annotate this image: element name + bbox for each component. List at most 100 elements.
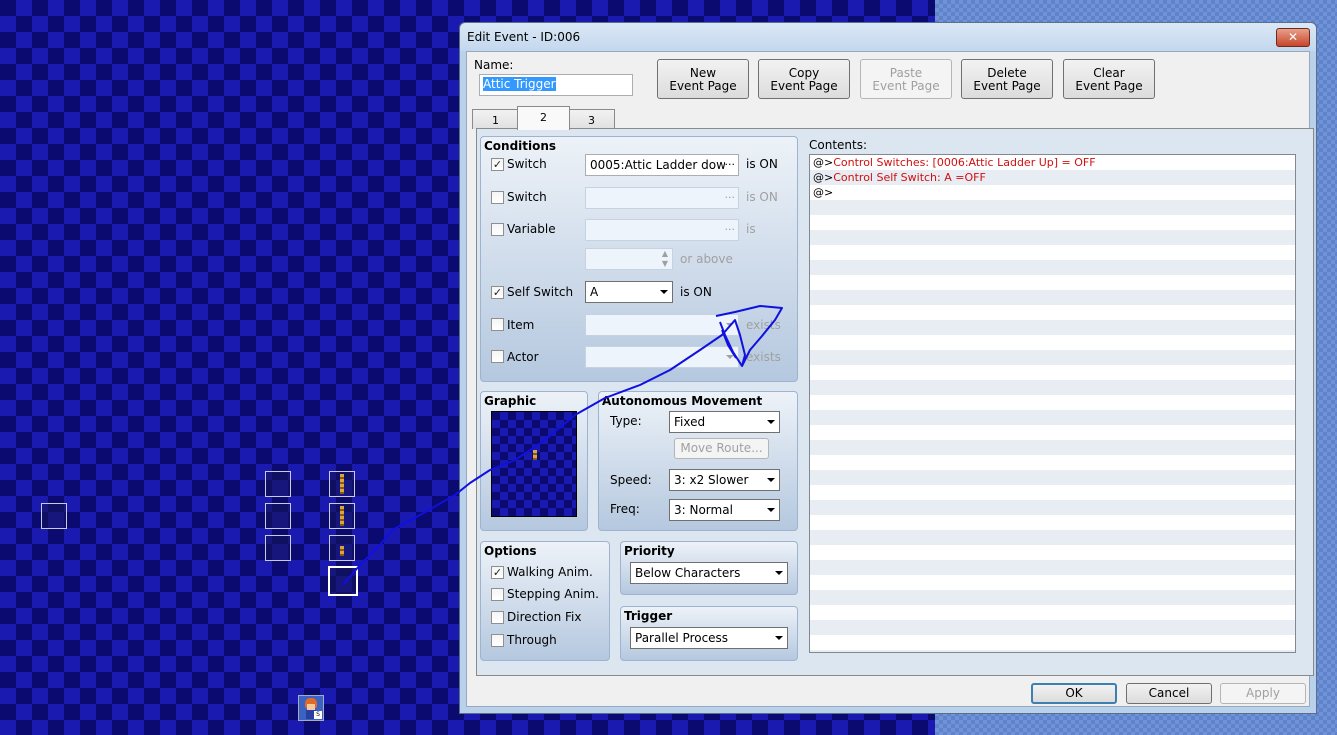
walking-anim-checkbox[interactable]: ✓ xyxy=(491,566,504,579)
self-switch-checkbox[interactable]: ✓ xyxy=(491,286,504,299)
command-text: Control Switches: [0006:Attic Ladder Up]… xyxy=(833,156,1096,169)
button-line1: Copy xyxy=(788,66,820,80)
ladder-event-tile[interactable] xyxy=(329,471,355,497)
tab-page-2[interactable]: 2 xyxy=(517,106,570,130)
clear-event-page-button[interactable]: Clear Event Page xyxy=(1063,59,1155,99)
trigger-dropdown[interactable]: Parallel Process xyxy=(630,627,788,649)
check-icon: ✓ xyxy=(492,566,503,579)
trigger-title: Trigger xyxy=(624,609,673,623)
variable-checkbox[interactable] xyxy=(491,223,504,236)
spinner-arrows-icon: ▲ ▼ xyxy=(661,249,668,268)
rope-icon xyxy=(340,506,344,526)
type-label: Type: xyxy=(610,414,642,428)
switch1-checkbox[interactable]: ✓ xyxy=(491,158,504,171)
ok-button[interactable]: OK xyxy=(1031,683,1117,704)
ellipsis-icon: ··· xyxy=(724,191,736,204)
title-bar[interactable]: Edit Event - ID:006 ✕ xyxy=(460,23,1316,51)
button-line2: Event Page xyxy=(770,79,838,93)
stepping-anim-label: Stepping Anim. xyxy=(507,587,599,601)
stepping-anim-checkbox[interactable] xyxy=(491,588,504,601)
or-above-label: or above xyxy=(680,252,733,266)
self-switch-suffix: is ON xyxy=(680,285,712,299)
command-row[interactable]: @>Control Self Switch: A =OFF xyxy=(810,170,1295,185)
actor-dropdown[interactable] xyxy=(585,346,739,368)
map-tile[interactable] xyxy=(265,535,291,561)
graphic-preview[interactable] xyxy=(491,411,577,517)
tab-page-3[interactable]: 3 xyxy=(568,109,615,129)
item-checkbox[interactable] xyxy=(491,318,504,331)
ladder-event-tile[interactable] xyxy=(329,503,355,529)
new-event-page-button[interactable]: New Event Page xyxy=(657,59,749,99)
ellipsis-icon: ··· xyxy=(724,223,736,236)
paste-event-page-button[interactable]: Paste Event Page xyxy=(860,59,952,99)
delete-event-page-button[interactable]: Delete Event Page xyxy=(961,59,1053,99)
chevron-down-icon xyxy=(767,478,775,482)
button-line1: New xyxy=(689,66,717,80)
switch1-field[interactable]: 0005:Attic Ladder down ··· xyxy=(585,154,739,176)
ellipsis-icon: ··· xyxy=(724,158,735,171)
variable-field[interactable]: ··· xyxy=(585,219,739,241)
speed-label: Speed: xyxy=(610,473,652,487)
variable-value-spinner[interactable]: ▲ ▼ xyxy=(585,248,673,270)
switch1-suffix: is ON xyxy=(746,157,778,171)
speed-value: 3: x2 Slower xyxy=(674,473,749,487)
player-start-icon[interactable]: S xyxy=(298,695,324,721)
chevron-down-icon xyxy=(767,508,775,512)
rope-icon xyxy=(340,474,344,494)
button-line1: Delete xyxy=(987,66,1027,80)
check-icon: ✓ xyxy=(492,158,503,171)
chevron-down-icon xyxy=(726,323,734,327)
item-suffix: exists xyxy=(746,318,781,332)
trigger-value: Parallel Process xyxy=(635,631,729,645)
freq-dropdown[interactable]: 3: Normal xyxy=(669,499,780,521)
command-row[interactable]: @> xyxy=(810,185,1295,200)
map-tile[interactable] xyxy=(265,471,291,497)
close-button[interactable]: ✕ xyxy=(1276,28,1310,47)
conditions-title: Conditions xyxy=(484,139,557,153)
movement-title: Autonomous Movement xyxy=(602,394,763,408)
switch2-suffix: is ON xyxy=(746,190,778,204)
tab-page-1[interactable]: 1 xyxy=(472,109,519,129)
selected-event-tile[interactable] xyxy=(328,566,358,596)
name-input[interactable]: Attic Trigger xyxy=(479,74,633,96)
button-line2: Event Page xyxy=(872,79,940,93)
priority-value: Below Characters xyxy=(635,566,741,580)
apply-button[interactable]: Apply xyxy=(1220,683,1306,704)
actor-checkbox[interactable] xyxy=(491,350,504,363)
item-label: Item xyxy=(507,318,535,332)
ladder-event-tile[interactable] xyxy=(329,535,355,561)
switch2-checkbox[interactable] xyxy=(491,191,504,204)
direction-fix-checkbox[interactable] xyxy=(491,611,504,624)
chevron-down-icon xyxy=(767,420,775,424)
button-line2: Event Page xyxy=(973,79,1041,93)
button-line2: Event Page xyxy=(1075,79,1143,93)
priority-title: Priority xyxy=(624,544,675,558)
self-switch-value: A xyxy=(590,285,599,299)
chevron-down-icon xyxy=(775,571,783,575)
switch2-field[interactable]: ··· xyxy=(585,187,739,209)
variable-suffix: is xyxy=(746,222,756,236)
switch1-label: Switch xyxy=(507,157,547,171)
event-commands-list[interactable]: @> Control Switches: [0006:Attic Ladder U… xyxy=(809,154,1296,653)
command-row[interactable]: @>Control Switches: [0006:Attic Ladder U… xyxy=(810,155,1295,170)
speed-dropdown[interactable]: 3: x2 Slower xyxy=(669,469,780,491)
movement-type-dropdown[interactable]: Fixed xyxy=(669,411,780,433)
window-title: Edit Event - ID:006 xyxy=(467,30,581,44)
through-checkbox[interactable] xyxy=(491,634,504,647)
item-dropdown[interactable] xyxy=(585,314,739,336)
priority-dropdown[interactable]: Below Characters xyxy=(630,562,788,584)
movement-type-value: Fixed xyxy=(674,415,706,429)
check-icon: ✓ xyxy=(492,286,503,299)
cancel-button[interactable]: Cancel xyxy=(1126,683,1212,704)
map-tile[interactable] xyxy=(265,503,291,529)
map-tile[interactable] xyxy=(41,503,67,529)
self-switch-label: Self Switch xyxy=(507,285,574,299)
through-label: Through xyxy=(507,633,557,647)
contents-label: Contents: xyxy=(809,138,868,152)
self-switch-dropdown[interactable]: A xyxy=(585,281,673,303)
name-label: Name: xyxy=(474,58,514,72)
switch2-label: Switch xyxy=(507,190,547,204)
copy-event-page-button[interactable]: Copy Event Page xyxy=(758,59,850,99)
graphic-title: Graphic xyxy=(484,394,537,408)
move-route-button[interactable]: Move Route... xyxy=(674,438,769,459)
